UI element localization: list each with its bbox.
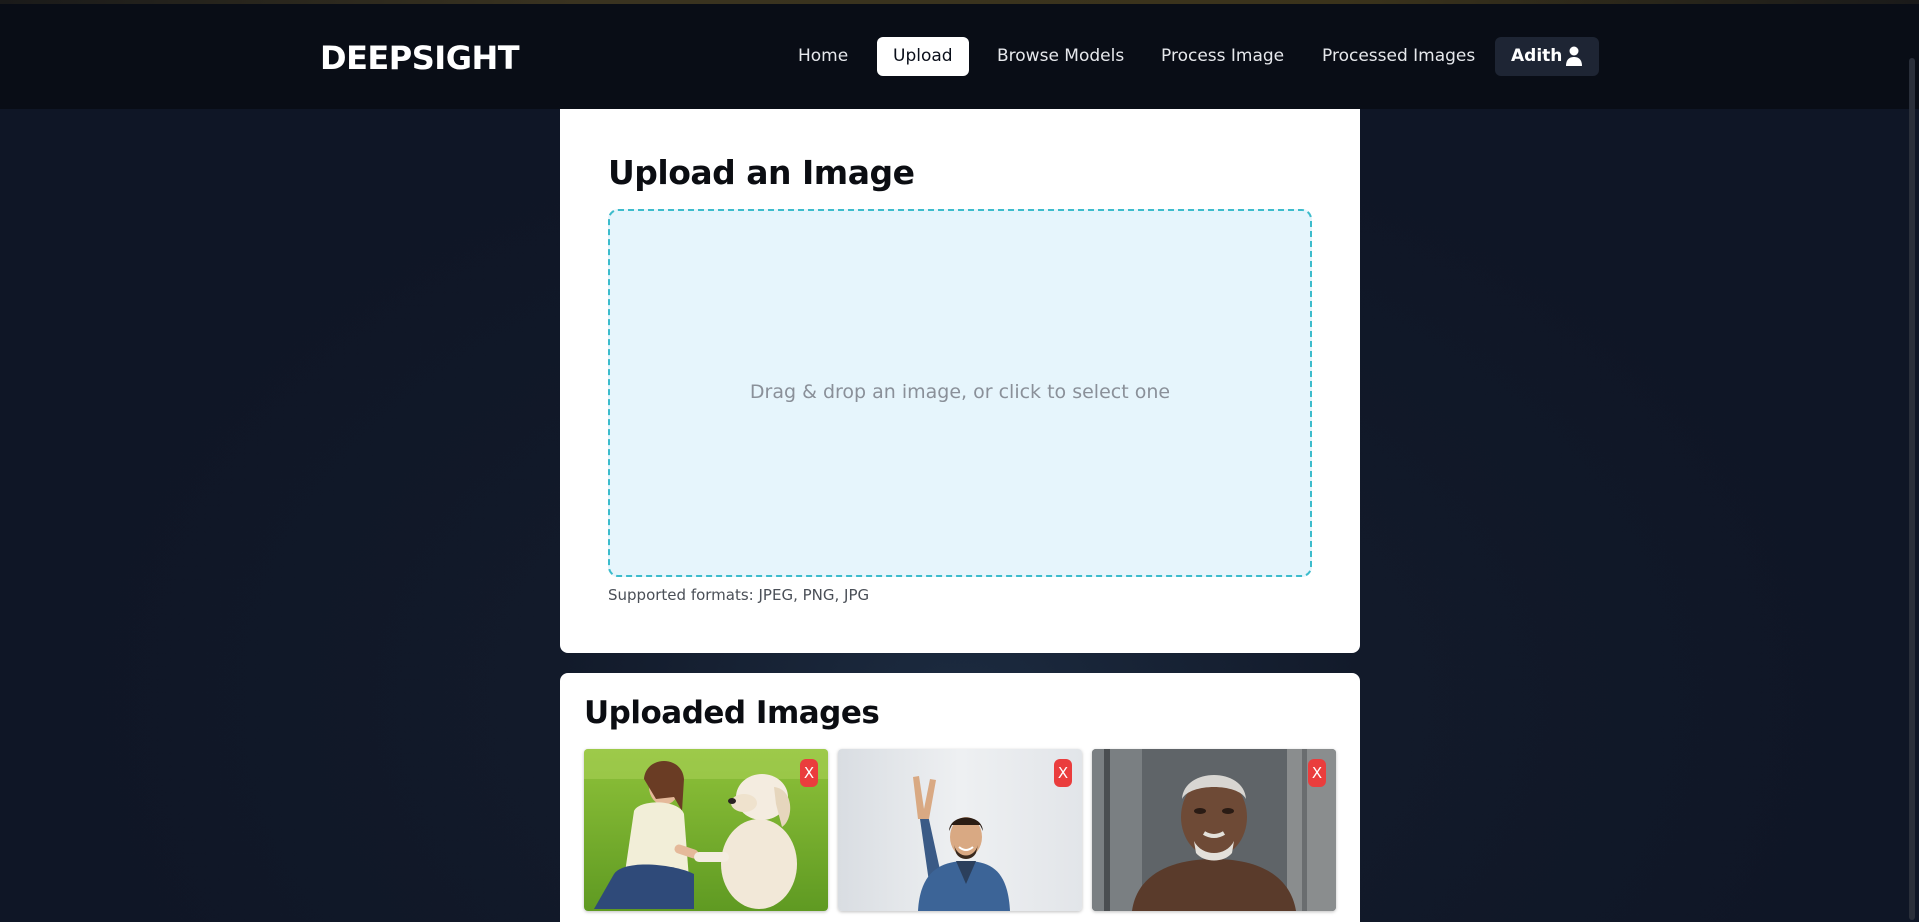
nav-processed-images[interactable]: Processed Images xyxy=(1306,37,1491,76)
upload-title: Upload an Image xyxy=(608,153,915,192)
delete-image-button[interactable]: X xyxy=(1054,759,1072,787)
page-scrollbar[interactable] xyxy=(1909,58,1915,920)
nav-process-image[interactable]: Process Image xyxy=(1145,37,1300,76)
man-peace-sign-image xyxy=(838,749,1082,911)
uploaded-images-title: Uploaded Images xyxy=(584,695,880,731)
nav-home[interactable]: Home xyxy=(782,37,864,76)
supported-formats-text: Supported formats: JPEG, PNG, JPG xyxy=(608,586,870,604)
image-dropzone[interactable]: Drag & drop an image, or click to select… xyxy=(608,209,1312,577)
uploaded-image-woman-with-dog[interactable]: X xyxy=(584,749,828,911)
upload-card: Upload an Image Drag & drop an image, or… xyxy=(560,109,1360,653)
uploaded-image-elderly-man[interactable]: X xyxy=(1092,749,1336,911)
user-icon xyxy=(1566,46,1582,66)
woman-with-dog-image xyxy=(584,749,828,911)
navbar: DEEPSIGHT Home Upload Browse Models Proc… xyxy=(0,4,1919,109)
uploaded-image-man-peace-sign[interactable]: X xyxy=(838,749,1082,911)
uploaded-images-card: Uploaded Images X X X xyxy=(560,673,1360,922)
nav-upload[interactable]: Upload xyxy=(877,37,969,76)
elderly-man-image xyxy=(1092,749,1336,911)
user-name: Adith xyxy=(1511,46,1563,66)
delete-image-button[interactable]: X xyxy=(1308,759,1326,787)
user-menu-button[interactable]: Adith xyxy=(1495,37,1599,76)
dropzone-text: Drag & drop an image, or click to select… xyxy=(749,381,1171,403)
brand-logo[interactable]: DEEPSIGHT xyxy=(320,39,520,77)
nav-browse-models[interactable]: Browse Models xyxy=(981,37,1140,76)
delete-image-button[interactable]: X xyxy=(800,759,818,787)
